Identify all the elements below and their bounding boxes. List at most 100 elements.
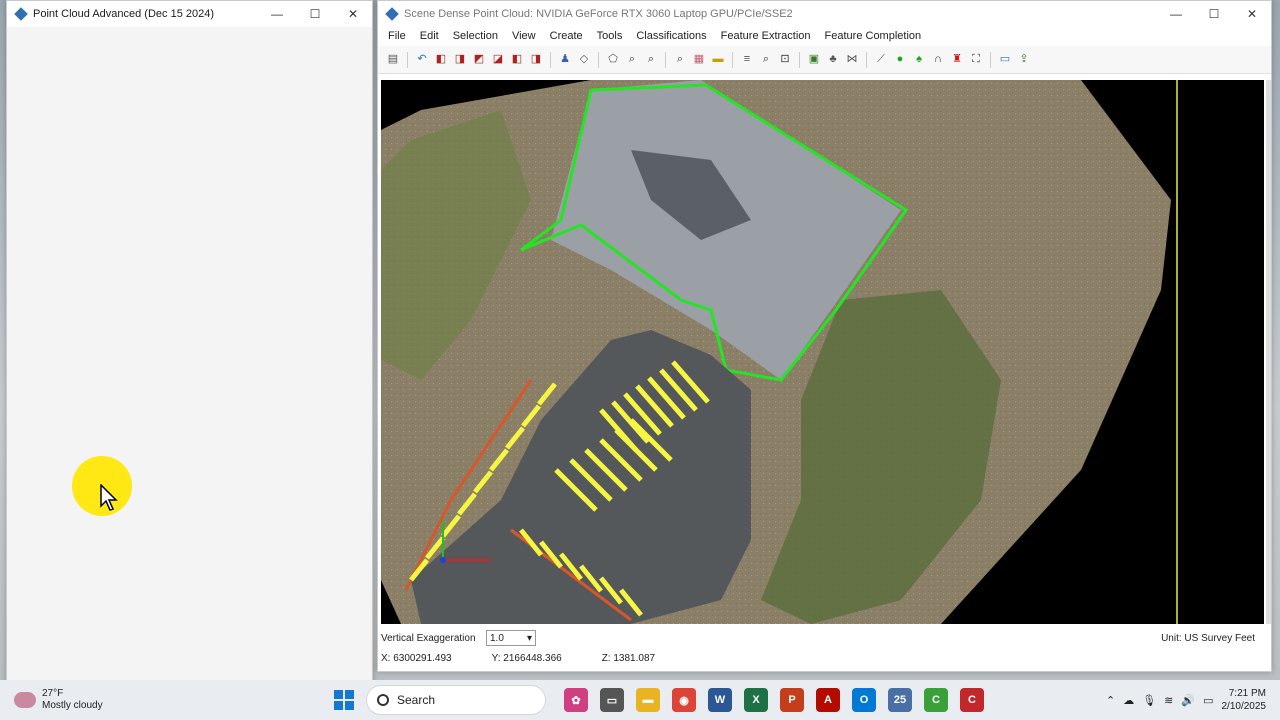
export-icon[interactable]: ⇪ [1015, 51, 1033, 69]
clock[interactable]: 7:21 PM 2/10/2025 [1222, 687, 1267, 713]
word-icon[interactable]: W [708, 688, 732, 712]
toolbar-separator [866, 51, 867, 68]
building-icon[interactable]: ▣ [805, 51, 823, 69]
chrome-icon[interactable]: ◉ [672, 688, 696, 712]
menu-view[interactable]: View [505, 27, 543, 46]
search-icon [377, 694, 389, 706]
point-cloud-viewport[interactable] [381, 80, 1264, 624]
document-icon[interactable]: ▦ [690, 51, 708, 69]
ruler-icon[interactable]: ▬ [709, 51, 727, 69]
zoom-icon[interactable]: ⌕ [623, 51, 641, 69]
left-titlebar[interactable]: Point Cloud Advanced (Dec 15 2024) — ☐ ✕ [7, 1, 372, 27]
pinned-apps: ✿ ▭ ▬ ◉ W X P A O 25 C C [564, 688, 984, 712]
zoom-extents-icon[interactable]: ⌕ [642, 51, 660, 69]
search-area-icon[interactable]: ⌕ [757, 51, 775, 69]
select-icon[interactable]: ◇ [575, 51, 593, 69]
layout-icon[interactable]: ▤ [384, 51, 402, 69]
excel-icon[interactable]: X [744, 688, 768, 712]
cube-top-icon[interactable]: ◩ [470, 51, 488, 69]
powerpoint-icon[interactable]: P [780, 688, 804, 712]
menu-classifications[interactable]: Classifications [629, 27, 713, 46]
menu-bar: File Edit Selection View Create Tools Cl… [378, 27, 1271, 46]
file-explorer-icon[interactable]: ▬ [636, 688, 660, 712]
cube-icon[interactable]: ◧ [432, 51, 450, 69]
curve-icon[interactable]: ∩ [929, 51, 947, 69]
app-logo-icon [385, 7, 399, 21]
minimize-button[interactable]: — [258, 1, 296, 27]
maximize-button[interactable]: ☐ [1195, 1, 1233, 27]
path-icon[interactable]: ⋈ [843, 51, 861, 69]
start-button[interactable] [334, 690, 354, 710]
weather-cloud-icon [14, 692, 36, 708]
green-shape-icon[interactable]: ♠ [910, 51, 928, 69]
layers-icon[interactable]: ≡ [738, 51, 756, 69]
cube-back-icon[interactable]: ◧ [508, 51, 526, 69]
volume-icon[interactable]: 🔊 [1181, 694, 1195, 707]
status-bar-coordinates: X: 6300291.493 Y: 2166448.366 Z: 1381.08… [381, 649, 1261, 667]
undo-icon[interactable]: ↶ [413, 51, 431, 69]
weather-widget[interactable]: 27°F Mostly cloudy [14, 688, 324, 712]
right-window-title: Scene Dense Point Cloud: NVIDIA GeForce … [404, 8, 793, 20]
frame-icon[interactable]: ⛶ [967, 51, 985, 69]
unit-label: Unit: US Survey Feet [1161, 632, 1255, 644]
tree-icon[interactable]: ♣ [824, 51, 842, 69]
wifi-icon[interactable]: ≋ [1164, 694, 1173, 707]
acrobat-icon[interactable]: A [816, 688, 840, 712]
cube-front-icon[interactable]: ◨ [451, 51, 469, 69]
red-figure-icon[interactable]: ♜ [948, 51, 966, 69]
taskbar-search[interactable]: Search [366, 685, 546, 715]
line-icon[interactable]: ⟋ [872, 51, 890, 69]
toolbar: ▤ ↶ ◧ ◨ ◩ ◪ ◧ ◨ ♟ ◇ ⬠ ⌕ ⌕ ⌕ ▦ ▬ ≡ ⌕ ⊡ ▣ ♣ ⋈ ⟋ ● ♠ ∩ ♜ ⛶ ▭ ⇪ [378, 46, 1271, 74]
menu-selection[interactable]: Selection [446, 27, 505, 46]
battery-icon[interactable]: ▭ [1203, 694, 1213, 707]
close-button[interactable]: ✕ [334, 1, 372, 27]
onedrive-icon[interactable]: ☁ [1123, 694, 1134, 707]
menu-edit[interactable]: Edit [413, 27, 446, 46]
flower-widget-icon[interactable]: ✿ [564, 688, 588, 712]
menu-create[interactable]: Create [543, 27, 590, 46]
maximize-button[interactable]: ☐ [296, 1, 334, 27]
x-coordinate: X: 6300291.493 [381, 652, 452, 664]
toolbar-separator [550, 51, 551, 68]
weather-temperature: 27°F [42, 688, 64, 699]
cube-iso-icon[interactable]: ◨ [527, 51, 545, 69]
monitor-icon[interactable]: ▭ [996, 51, 1014, 69]
clock-time: 7:21 PM [1228, 688, 1266, 699]
outlook-icon[interactable]: O [852, 688, 876, 712]
red-app-icon[interactable]: C [960, 688, 984, 712]
toolbar-separator [799, 51, 800, 68]
microphone-icon[interactable]: 🎙 [1142, 694, 1156, 707]
app25-icon[interactable]: 25 [888, 688, 912, 712]
minimize-button[interactable]: — [1157, 1, 1195, 27]
person-icon[interactable]: ♟ [556, 51, 574, 69]
point-cloud-advanced-window: Point Cloud Advanced (Dec 15 2024) — ☐ ✕ [6, 0, 373, 690]
weather-description: Mostly cloudy [42, 700, 103, 711]
cube-side-icon[interactable]: ◪ [489, 51, 507, 69]
mouse-cursor-icon [100, 484, 118, 511]
task-view-icon[interactable]: ▭ [600, 688, 624, 712]
system-tray: ⌃ ☁ 🎙 ≋ 🔊 ▭ 7:21 PM 2/10/2025 [1106, 687, 1266, 713]
app-logo-icon [14, 7, 28, 21]
green-circle-icon[interactable]: ● [891, 51, 909, 69]
vertical-exaggeration-label: Vertical Exaggeration [381, 632, 476, 644]
green-app-icon[interactable]: C [924, 688, 948, 712]
polygon-icon[interactable]: ⬠ [604, 51, 622, 69]
y-coordinate: Y: 2166448.366 [491, 652, 562, 664]
right-titlebar[interactable]: Scene Dense Point Cloud: NVIDIA GeForce … [378, 1, 1271, 27]
close-button[interactable]: ✕ [1233, 1, 1271, 27]
search-box-icon[interactable]: ⊡ [776, 51, 794, 69]
chevron-up-icon[interactable]: ⌃ [1106, 694, 1115, 707]
viewport-scrollbar[interactable] [1266, 80, 1271, 624]
menu-feature-completion[interactable]: Feature Completion [818, 27, 929, 46]
vertical-exaggeration-value: 1.0 [490, 632, 504, 644]
menu-tools[interactable]: Tools [590, 27, 630, 46]
vertical-exaggeration-select[interactable]: 1.0 ▾ [486, 630, 536, 646]
left-window-body [7, 27, 372, 689]
status-bar-top: Vertical Exaggeration 1.0 ▾ Unit: US Sur… [381, 628, 1261, 648]
zoom-in-icon[interactable]: ⌕ [671, 51, 689, 69]
toolbar-separator [598, 51, 599, 68]
chevron-down-icon: ▾ [526, 632, 532, 644]
menu-feature-extraction[interactable]: Feature Extraction [714, 27, 818, 46]
menu-file[interactable]: File [381, 27, 413, 46]
taskbar: 27°F Mostly cloudy Search ✿ ▭ ▬ ◉ W X P A O 25 C C … [0, 680, 1280, 720]
